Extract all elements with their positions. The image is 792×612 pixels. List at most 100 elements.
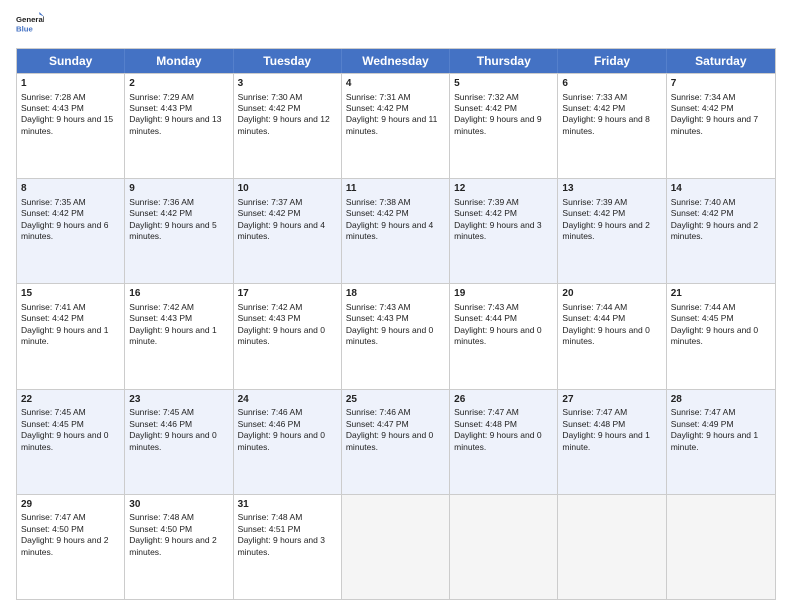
daylight-text: Daylight: 9 hours and 1 minute.: [562, 430, 649, 451]
daylight-text: Daylight: 9 hours and 11 minutes.: [346, 114, 438, 135]
day-number: 19: [454, 287, 553, 301]
daylight-text: Daylight: 9 hours and 0 minutes.: [562, 325, 649, 346]
calendar-cell: 5Sunrise: 7:32 AMSunset: 4:42 PMDaylight…: [450, 74, 558, 178]
header-sunday: Sunday: [17, 49, 125, 73]
calendar-cell: [342, 495, 450, 599]
sunset-text: Sunset: 4:43 PM: [21, 103, 84, 113]
calendar-cell: 18Sunrise: 7:43 AMSunset: 4:43 PMDayligh…: [342, 284, 450, 388]
daylight-text: Daylight: 9 hours and 0 minutes.: [238, 430, 325, 451]
sunrise-text: Sunrise: 7:46 AM: [238, 407, 303, 417]
sunrise-text: Sunrise: 7:47 AM: [562, 407, 627, 417]
sunset-text: Sunset: 4:49 PM: [671, 419, 734, 429]
day-number: 15: [21, 287, 120, 301]
header: General Blue: [16, 12, 776, 40]
day-number: 5: [454, 77, 553, 91]
day-number: 10: [238, 182, 337, 196]
sunrise-text: Sunrise: 7:31 AM: [346, 92, 411, 102]
sunset-text: Sunset: 4:44 PM: [562, 313, 625, 323]
day-number: 16: [129, 287, 228, 301]
logo: General Blue: [16, 12, 44, 40]
calendar: Sunday Monday Tuesday Wednesday Thursday…: [16, 48, 776, 600]
daylight-text: Daylight: 9 hours and 0 minutes.: [454, 430, 541, 451]
sunset-text: Sunset: 4:42 PM: [454, 103, 517, 113]
day-number: 26: [454, 393, 553, 407]
calendar-cell: 7Sunrise: 7:34 AMSunset: 4:42 PMDaylight…: [667, 74, 775, 178]
calendar-cell: 3Sunrise: 7:30 AMSunset: 4:42 PMDaylight…: [234, 74, 342, 178]
sunrise-text: Sunrise: 7:45 AM: [129, 407, 194, 417]
day-number: 4: [346, 77, 445, 91]
calendar-cell: 8Sunrise: 7:35 AMSunset: 4:42 PMDaylight…: [17, 179, 125, 283]
calendar-cell: 22Sunrise: 7:45 AMSunset: 4:45 PMDayligh…: [17, 390, 125, 494]
calendar-cell: [450, 495, 558, 599]
sunset-text: Sunset: 4:42 PM: [346, 103, 409, 113]
day-number: 6: [562, 77, 661, 91]
sunrise-text: Sunrise: 7:42 AM: [129, 302, 194, 312]
sunset-text: Sunset: 4:43 PM: [129, 313, 192, 323]
daylight-text: Daylight: 9 hours and 0 minutes.: [671, 325, 758, 346]
day-number: 14: [671, 182, 771, 196]
day-number: 23: [129, 393, 228, 407]
sunrise-text: Sunrise: 7:43 AM: [346, 302, 411, 312]
sunrise-text: Sunrise: 7:44 AM: [562, 302, 627, 312]
sunset-text: Sunset: 4:42 PM: [21, 313, 84, 323]
sunrise-text: Sunrise: 7:32 AM: [454, 92, 519, 102]
sunrise-text: Sunrise: 7:29 AM: [129, 92, 194, 102]
page: General Blue Sunday Monday Tuesday Wedne…: [0, 0, 792, 612]
daylight-text: Daylight: 9 hours and 0 minutes.: [454, 325, 541, 346]
day-number: 3: [238, 77, 337, 91]
daylight-text: Daylight: 9 hours and 0 minutes.: [238, 325, 325, 346]
logo-icon: General Blue: [16, 12, 44, 40]
sunrise-text: Sunrise: 7:40 AM: [671, 197, 736, 207]
calendar-header: Sunday Monday Tuesday Wednesday Thursday…: [17, 49, 775, 73]
daylight-text: Daylight: 9 hours and 3 minutes.: [454, 220, 541, 241]
daylight-text: Daylight: 9 hours and 2 minutes.: [671, 220, 758, 241]
calendar-cell: 4Sunrise: 7:31 AMSunset: 4:42 PMDaylight…: [342, 74, 450, 178]
day-number: 22: [21, 393, 120, 407]
daylight-text: Daylight: 9 hours and 4 minutes.: [346, 220, 433, 241]
daylight-text: Daylight: 9 hours and 2 minutes.: [129, 535, 216, 556]
daylight-text: Daylight: 9 hours and 0 minutes.: [346, 430, 433, 451]
sunrise-text: Sunrise: 7:38 AM: [346, 197, 411, 207]
calendar-cell: [667, 495, 775, 599]
sunrise-text: Sunrise: 7:46 AM: [346, 407, 411, 417]
calendar-row: 1Sunrise: 7:28 AMSunset: 4:43 PMDaylight…: [17, 73, 775, 178]
calendar-cell: 29Sunrise: 7:47 AMSunset: 4:50 PMDayligh…: [17, 495, 125, 599]
header-friday: Friday: [558, 49, 666, 73]
sunset-text: Sunset: 4:42 PM: [238, 103, 301, 113]
daylight-text: Daylight: 9 hours and 5 minutes.: [129, 220, 216, 241]
daylight-text: Daylight: 9 hours and 6 minutes.: [21, 220, 108, 241]
day-number: 7: [671, 77, 771, 91]
daylight-text: Daylight: 9 hours and 2 minutes.: [562, 220, 649, 241]
calendar-cell: 26Sunrise: 7:47 AMSunset: 4:48 PMDayligh…: [450, 390, 558, 494]
calendar-cell: 13Sunrise: 7:39 AMSunset: 4:42 PMDayligh…: [558, 179, 666, 283]
calendar-cell: 19Sunrise: 7:43 AMSunset: 4:44 PMDayligh…: [450, 284, 558, 388]
sunset-text: Sunset: 4:50 PM: [129, 524, 192, 534]
sunrise-text: Sunrise: 7:41 AM: [21, 302, 86, 312]
calendar-cell: 16Sunrise: 7:42 AMSunset: 4:43 PMDayligh…: [125, 284, 233, 388]
calendar-cell: 15Sunrise: 7:41 AMSunset: 4:42 PMDayligh…: [17, 284, 125, 388]
daylight-text: Daylight: 9 hours and 0 minutes.: [129, 430, 216, 451]
calendar-cell: 21Sunrise: 7:44 AMSunset: 4:45 PMDayligh…: [667, 284, 775, 388]
daylight-text: Daylight: 9 hours and 9 minutes.: [454, 114, 541, 135]
sunrise-text: Sunrise: 7:47 AM: [21, 512, 86, 522]
calendar-cell: 31Sunrise: 7:48 AMSunset: 4:51 PMDayligh…: [234, 495, 342, 599]
calendar-row: 22Sunrise: 7:45 AMSunset: 4:45 PMDayligh…: [17, 389, 775, 494]
day-number: 12: [454, 182, 553, 196]
sunset-text: Sunset: 4:43 PM: [346, 313, 409, 323]
calendar-cell: 20Sunrise: 7:44 AMSunset: 4:44 PM Dayligh…: [558, 284, 666, 388]
sunset-text: Sunset: 4:48 PM: [562, 419, 625, 429]
sunset-text: Sunset: 4:47 PM: [346, 419, 409, 429]
svg-text:Blue: Blue: [16, 24, 34, 33]
day-number: 31: [238, 498, 337, 512]
day-number: 20: [562, 287, 661, 301]
calendar-row: 15Sunrise: 7:41 AMSunset: 4:42 PM Dayligh…: [17, 283, 775, 388]
daylight-text: Daylight: 9 hours and 8 minutes.: [562, 114, 649, 135]
header-thursday: Thursday: [450, 49, 558, 73]
sunset-text: Sunset: 4:51 PM: [238, 524, 301, 534]
calendar-cell: 25Sunrise: 7:46 AMSunset: 4:47 PMDayligh…: [342, 390, 450, 494]
sunset-text: Sunset: 4:42 PM: [454, 208, 517, 218]
sunset-text: Sunset: 4:48 PM: [454, 419, 517, 429]
sunset-text: Sunset: 4:42 PM: [238, 208, 301, 218]
sunset-text: Sunset: 4:42 PM: [671, 208, 734, 218]
svg-text:General: General: [16, 15, 44, 24]
